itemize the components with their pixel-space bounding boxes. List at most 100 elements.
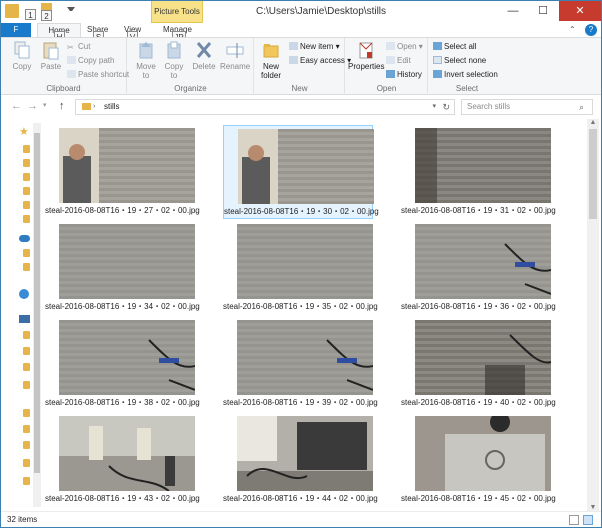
open-icon (386, 42, 395, 50)
navigation-pane-scrollbar[interactable] (33, 123, 41, 507)
scroll-up-arrow[interactable]: ▲ (587, 119, 599, 126)
image-thumbnail[interactable] (415, 320, 551, 395)
image-thumbnail[interactable] (237, 320, 373, 395)
homegroup-icon[interactable] (19, 289, 29, 299)
rename-icon (226, 43, 244, 58)
image-thumbnail[interactable] (59, 320, 195, 395)
image-thumbnail[interactable] (415, 128, 551, 203)
nav-folder-icon[interactable] (23, 425, 30, 433)
up-button[interactable]: ↑ (59, 100, 65, 112)
file-tile[interactable]: steal-2016-08-08T16・19・39・02・00.jpg (223, 317, 378, 411)
nav-folder-icon[interactable] (23, 173, 30, 181)
file-name: steal-2016-08-08T16・19・30・02・00.jpg (224, 207, 379, 216)
image-thumbnail[interactable] (59, 224, 195, 299)
move-to-button[interactable]: Move to (134, 40, 158, 80)
address-dropdown-icon[interactable]: ▾ (432, 100, 436, 114)
file-tile[interactable]: steal-2016-08-08T16・19・38・02・00.jpg (45, 317, 200, 411)
this-pc-icon[interactable] (19, 315, 30, 323)
file-name: steal-2016-08-08T16・19・45・02・00.jpg (401, 494, 556, 503)
file-tile[interactable]: steal-2016-08-08T16・19・30・02・00.jpg (223, 125, 379, 219)
history-button[interactable]: History (386, 70, 422, 79)
search-icon[interactable]: ⌕ (579, 102, 584, 113)
nav-folder-icon[interactable] (23, 187, 30, 195)
nav-folder-icon[interactable] (23, 409, 30, 417)
image-thumbnail[interactable] (237, 224, 373, 299)
file-tile[interactable]: steal-2016-08-08T16・19・44・02・00.jpg (223, 413, 378, 507)
image-thumbnail[interactable] (59, 128, 195, 203)
file-tile[interactable]: steal-2016-08-08T16・19・34・02・00.jpg (45, 221, 200, 315)
paste-shortcut-button[interactable]: Paste shortcut (67, 70, 129, 79)
nav-folder-icon[interactable] (23, 347, 30, 355)
large-icons-view-button[interactable] (583, 515, 593, 525)
select-all-button[interactable]: Select all (433, 42, 476, 51)
nav-folder-icon[interactable] (23, 477, 30, 485)
nav-folder-icon[interactable] (23, 363, 30, 371)
paste-icon (43, 42, 59, 60)
rename-label: Rename (220, 62, 251, 71)
paste-button[interactable]: Paste (37, 40, 65, 71)
forward-button[interactable]: → (27, 100, 38, 112)
image-thumbnail[interactable] (415, 416, 551, 491)
search-input[interactable]: Search stills (461, 99, 593, 115)
nav-folder-icon[interactable] (23, 159, 30, 167)
select-none-button[interactable]: Select none (433, 56, 486, 65)
breadcrumb-stills[interactable]: stills (104, 102, 120, 111)
move-to-label: Move to (136, 62, 156, 80)
rename-button[interactable]: Rename (220, 40, 250, 71)
tab-file[interactable]: F (1, 23, 31, 37)
properties-button[interactable]: Properties (348, 40, 384, 71)
file-tile[interactable]: steal-2016-08-08T16・19・40・02・00.jpg (401, 317, 556, 411)
minimize-button[interactable]: — (499, 1, 527, 21)
nav-folder-icon[interactable] (23, 201, 30, 209)
onedrive-icon[interactable] (19, 235, 30, 242)
file-tile[interactable]: steal-2016-08-08T16・19・43・02・00.jpg (45, 413, 200, 507)
copy-path-button[interactable]: Copy path (67, 56, 114, 65)
refresh-icon[interactable]: ↻ (442, 100, 450, 114)
nav-folder-icon[interactable] (23, 331, 30, 339)
image-thumbnail[interactable] (237, 416, 373, 491)
new-item-button[interactable]: New item ▾ (289, 42, 340, 51)
select-all-icon (433, 42, 442, 50)
nav-folder-icon[interactable] (23, 459, 30, 467)
address-bar[interactable]: › stills ▾ ↻ (75, 99, 455, 115)
file-tile[interactable]: steal-2016-08-08T16・19・36・02・00.jpg (401, 221, 556, 315)
file-tile[interactable]: steal-2016-08-08T16・19・45・02・00.jpg (401, 413, 556, 507)
file-tile[interactable]: steal-2016-08-08T16・19・31・02・00.jpg (401, 125, 556, 219)
image-thumbnail[interactable] (238, 129, 374, 204)
nav-folder-icon[interactable] (23, 249, 30, 257)
copy-to-button[interactable]: Copy to (162, 40, 186, 80)
easy-access-button[interactable]: Easy access ▾ (289, 56, 351, 65)
scroll-down-arrow[interactable]: ▼ (587, 504, 599, 511)
help-icon[interactable]: ? (585, 24, 597, 36)
invert-selection-label: Invert selection (444, 70, 498, 79)
quick-access-star-icon[interactable]: ★ (19, 125, 29, 138)
file-list-scroll-thumb[interactable] (589, 129, 597, 219)
image-thumbnail[interactable] (415, 224, 551, 299)
file-tile[interactable]: steal-2016-08-08T16・19・27・02・00.jpg (45, 125, 200, 219)
cut-button[interactable]: ✂ Cut (67, 42, 90, 52)
recent-locations-button[interactable]: ▾ (43, 101, 47, 109)
back-button[interactable]: ← (11, 100, 22, 112)
delete-button[interactable]: Delete (190, 40, 218, 71)
copy-button[interactable]: Copy (7, 40, 37, 71)
expand-ribbon-icon[interactable]: ⌃ (569, 25, 579, 35)
nav-folder-icon[interactable] (23, 381, 30, 389)
image-thumbnail[interactable] (59, 416, 195, 491)
file-list-scrollbar[interactable]: ▲ ▼ (587, 119, 599, 511)
new-item-label: New item (300, 42, 334, 51)
open-button[interactable]: Open ▾ (386, 42, 423, 51)
nav-folder-icon[interactable] (23, 215, 30, 223)
navigation-pane-scroll-thumb[interactable] (34, 133, 40, 473)
nav-folder-icon[interactable] (23, 441, 30, 449)
file-tile[interactable]: steal-2016-08-08T16・19・35・02・00.jpg (223, 221, 378, 315)
maximize-button[interactable]: ☐ (529, 1, 557, 21)
new-folder-button[interactable]: New folder (257, 40, 285, 80)
nav-folder-icon[interactable] (23, 145, 30, 153)
nav-folder-icon[interactable] (23, 263, 30, 271)
close-button[interactable]: ✕ (559, 1, 601, 21)
explorer-window: 1 2 Picture Tools C:\Users\Jamie\Desktop… (0, 0, 602, 528)
details-view-button[interactable] (569, 515, 579, 525)
organize-group: Move to Copy to Delete Rename Organize (128, 38, 254, 95)
edit-button[interactable]: Edit (386, 56, 411, 65)
invert-selection-button[interactable]: Invert selection (433, 70, 498, 79)
